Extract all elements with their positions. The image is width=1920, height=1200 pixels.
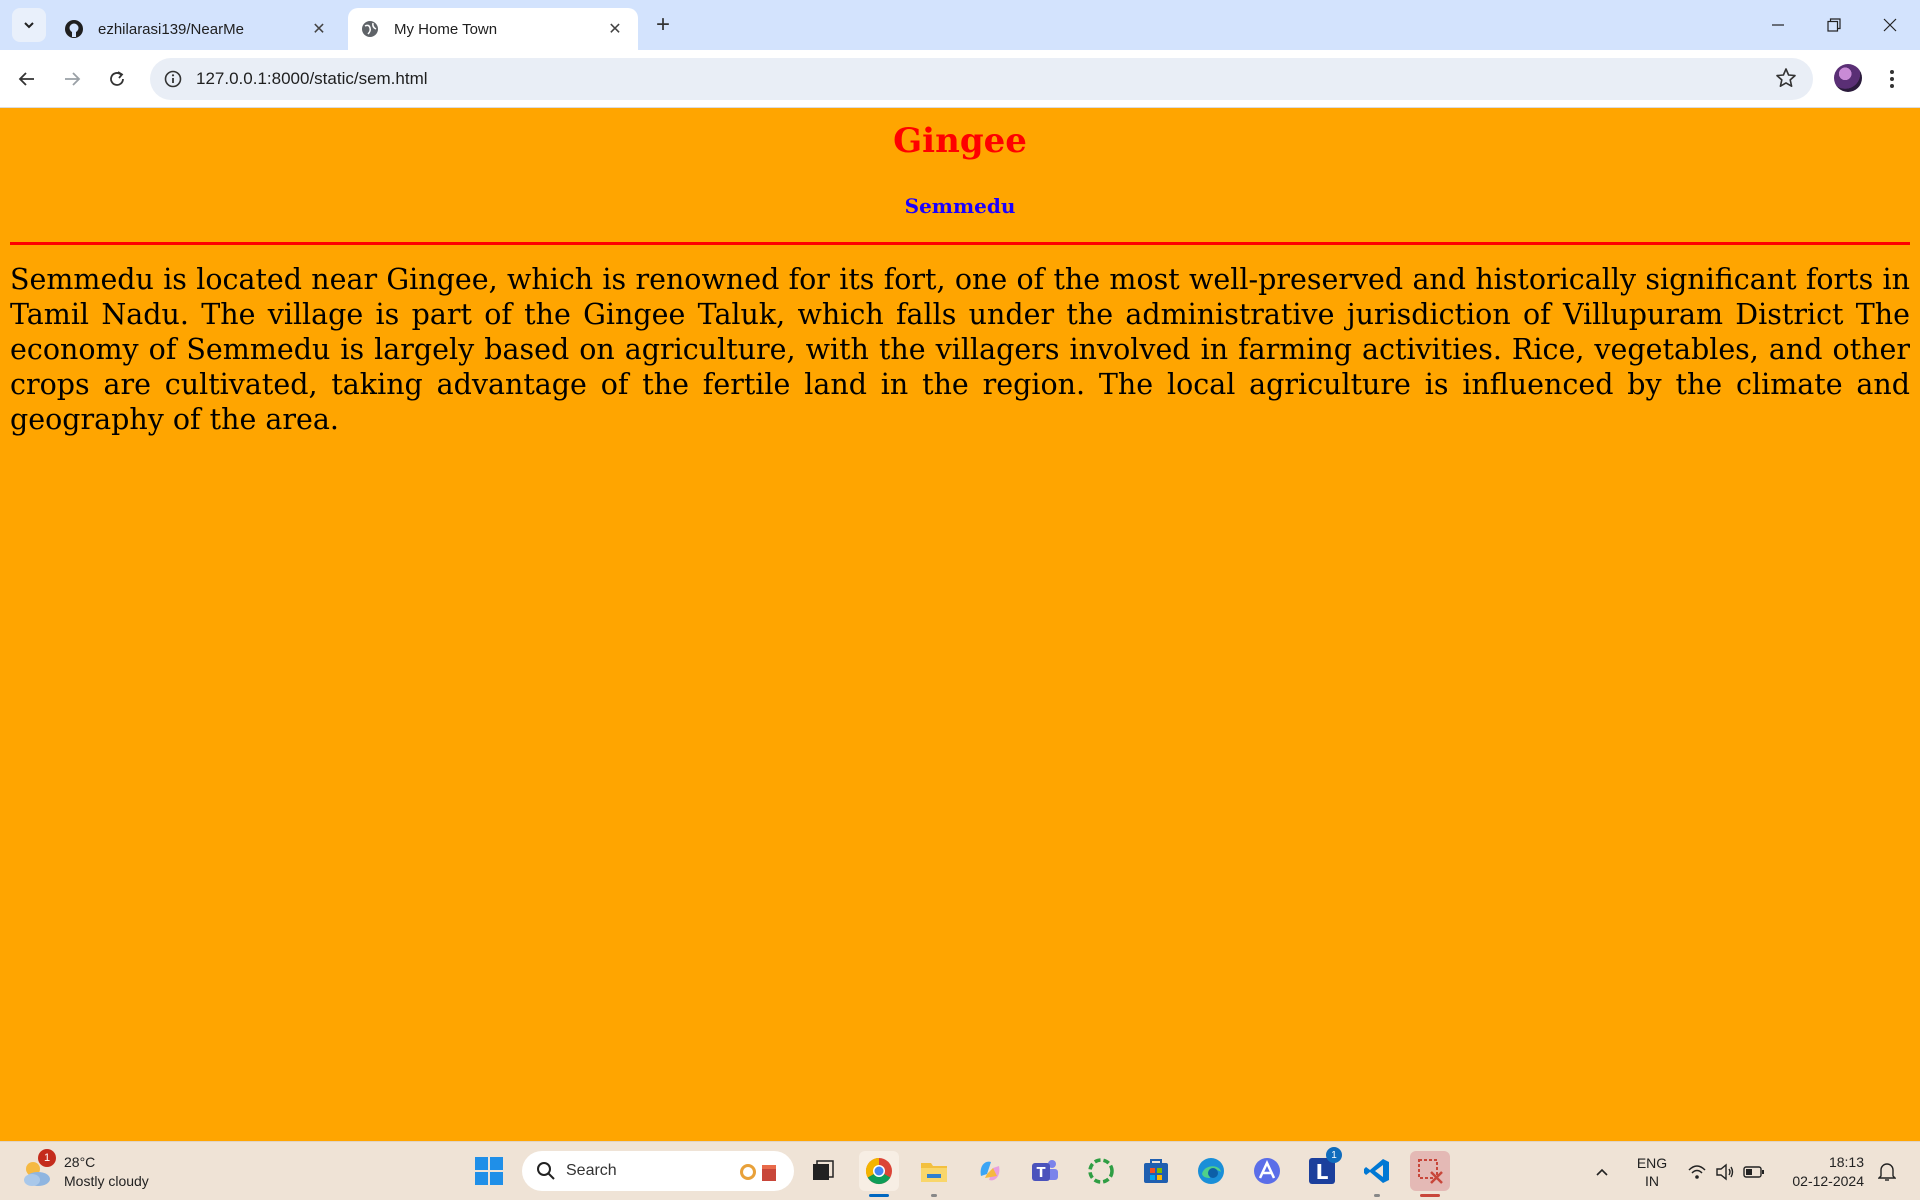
tab-my-home-town[interactable]: My Home Town ✕ — [348, 8, 638, 50]
weather-temp: 28°C — [64, 1154, 96, 1170]
vscode-icon[interactable] — [1357, 1151, 1397, 1197]
browser-toolbar: 127.0.0.1:8000/static/sem.html — [0, 50, 1920, 108]
task-view-icon[interactable] — [803, 1151, 843, 1191]
clock-date: 02-12-2024 — [1792, 1172, 1864, 1189]
taskbar-search[interactable]: Search — [522, 1151, 794, 1191]
clock-time: 18:13 — [1828, 1153, 1864, 1170]
copilot-icon[interactable] — [970, 1151, 1010, 1191]
close-icon — [1883, 18, 1897, 32]
globe-icon — [360, 19, 380, 39]
address-bar[interactable]: 127.0.0.1:8000/static/sem.html — [150, 58, 1813, 100]
site-info-icon[interactable] — [150, 70, 196, 88]
snipping-tool-icon[interactable] — [1410, 1151, 1450, 1197]
weather-widget[interactable]: 1 28°C Mostly cloudy — [20, 1149, 149, 1194]
more-vertical-icon — [1890, 70, 1894, 88]
windows-taskbar: 1 28°C Mostly cloudy Search T L 1 ENG IN… — [0, 1141, 1920, 1200]
minimize-button[interactable] — [1750, 0, 1806, 50]
page-subtitle: Semmedu — [904, 194, 1016, 218]
tab-title: ezhilarasi139/NearMe — [98, 20, 244, 38]
weather-badge: 1 — [38, 1149, 56, 1167]
arrow-right-icon — [65, 72, 81, 86]
close-icon[interactable]: ✕ — [604, 18, 626, 40]
weather-condition: Mostly cloudy — [64, 1173, 149, 1189]
search-label: Search — [566, 1162, 617, 1179]
arc-icon[interactable] — [1247, 1151, 1287, 1191]
restore-icon — [1827, 18, 1841, 32]
tab-search-button[interactable] — [12, 8, 46, 42]
chevron-up-icon — [1596, 1168, 1608, 1176]
horizontal-rule — [10, 242, 1910, 245]
arrow-left-icon — [18, 72, 34, 86]
search-highlight-icon — [738, 1161, 780, 1188]
running-indicator — [931, 1194, 937, 1197]
new-tab-button[interactable]: + — [650, 11, 676, 38]
volume-icon — [1716, 1163, 1734, 1180]
store-icon[interactable] — [1136, 1151, 1176, 1191]
page-paragraph: Semmedu is located near Gingee, which is… — [10, 263, 1910, 436]
tab-title: My Home Town — [394, 20, 498, 38]
web-page: Gingee Semmedu Semmedu is located near G… — [0, 109, 1920, 1141]
clock-widget[interactable]: 18:13 02-12-2024 — [1780, 1142, 1864, 1200]
browser-menu-button[interactable] — [1880, 62, 1904, 96]
back-button[interactable] — [10, 62, 44, 96]
restore-button[interactable] — [1806, 0, 1862, 50]
input-language-indicator[interactable]: ENG IN — [1630, 1142, 1674, 1200]
github-icon — [64, 19, 84, 39]
app-notification-badge: 1 — [1326, 1147, 1342, 1163]
quick-settings-button[interactable] — [1684, 1142, 1768, 1200]
running-indicator — [1374, 1194, 1380, 1197]
chrome-icon[interactable] — [859, 1151, 899, 1197]
active-indicator — [869, 1194, 889, 1197]
tab-strip: ezhilarasi139/NearMe ✕ My Home Town ✕ + — [0, 0, 1920, 50]
profile-avatar[interactable] — [1834, 64, 1862, 92]
close-icon[interactable]: ✕ — [308, 18, 330, 40]
tab-github[interactable]: ezhilarasi139/NearMe ✕ — [52, 8, 342, 50]
l-app-icon[interactable]: L 1 — [1302, 1147, 1342, 1191]
forward-button[interactable] — [55, 62, 89, 96]
minimize-icon — [1772, 24, 1784, 26]
search-icon — [537, 1162, 555, 1180]
svg-text:T: T — [1037, 1166, 1046, 1181]
reload-button[interactable] — [100, 62, 134, 96]
bookmark-star-icon[interactable] — [1775, 67, 1797, 94]
wifi-icon — [1688, 1164, 1706, 1179]
edge-icon[interactable] — [1191, 1151, 1231, 1191]
bell-icon — [1878, 1162, 1896, 1181]
reload-icon — [110, 71, 124, 86]
show-hidden-icons-button[interactable] — [1588, 1142, 1616, 1200]
svg-text:L: L — [1316, 1160, 1329, 1184]
circle-app-icon[interactable] — [1081, 1151, 1121, 1191]
chevron-down-icon — [24, 22, 34, 29]
lang-code: ENG — [1636, 1154, 1668, 1171]
page-title: Gingee — [893, 121, 1027, 161]
battery-icon — [1743, 1165, 1764, 1178]
file-explorer-icon[interactable] — [914, 1151, 954, 1197]
lang-region: IN — [1645, 1172, 1659, 1189]
notifications-button[interactable] — [1872, 1142, 1902, 1200]
windows-start-icon[interactable] — [469, 1151, 509, 1191]
cloudy-weather-icon: 1 — [20, 1149, 56, 1189]
url-text: 127.0.0.1:8000/static/sem.html — [196, 69, 428, 88]
teams-icon[interactable]: T — [1025, 1151, 1065, 1191]
active-indicator — [1420, 1194, 1440, 1197]
close-window-button[interactable] — [1862, 0, 1918, 50]
